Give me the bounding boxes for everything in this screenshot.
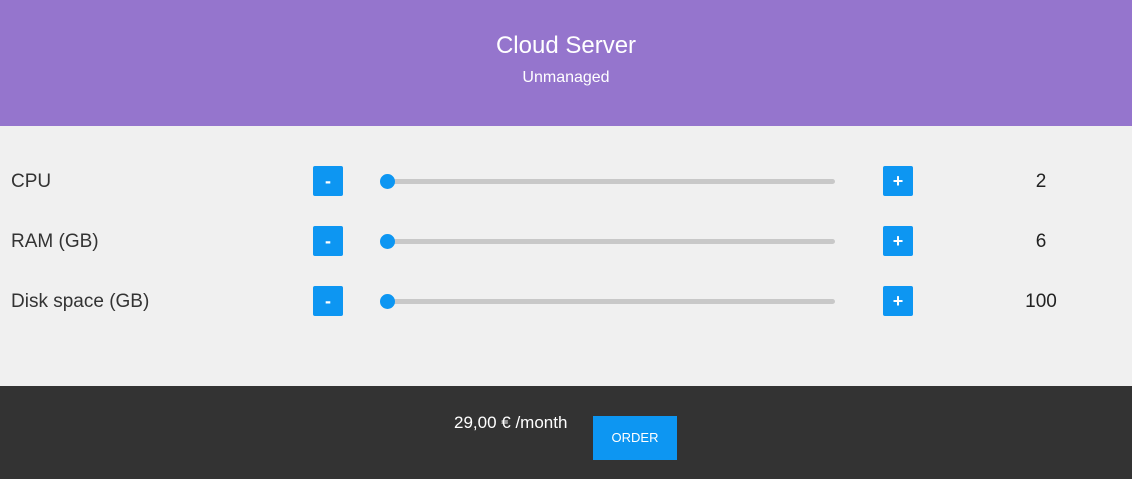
ram-slider-thumb[interactable] [380,234,395,249]
disk-slider-track[interactable] [380,294,835,309]
config-label: Disk space (GB) [11,291,150,312]
price-label: 29,00 € /month [454,413,568,432]
cpu-slider-track[interactable] [380,174,835,189]
ram-value: 6 [1035,231,1047,252]
disk-value: 100 [1025,291,1057,312]
config-label: CPU [11,171,52,192]
order-button[interactable]: ORDER [593,416,677,460]
config-label: RAM (GB) [11,231,99,252]
ram-increase-button[interactable]: + [883,226,913,256]
config-row-ram: RAM (GB) - + 6 [0,226,1132,258]
ram-slider-track[interactable] [380,234,835,249]
configurator-panel: CPU - + 2 RAM (GB) - + 6 Disk space (GB)… [0,126,1132,386]
disk-decrease-button[interactable]: - [313,286,343,316]
config-row-cpu: CPU - + 2 [0,166,1132,198]
disk-slider-thumb[interactable] [380,294,395,309]
cpu-slider-thumb[interactable] [380,174,395,189]
ram-decrease-button[interactable]: - [313,226,343,256]
cpu-value: 2 [1035,171,1047,192]
config-row-disk: Disk space (GB) - + 100 [0,286,1132,318]
cpu-increase-button[interactable]: + [883,166,913,196]
cpu-decrease-button[interactable]: - [313,166,343,196]
disk-increase-button[interactable]: + [883,286,913,316]
page-title: Cloud Server [495,32,637,59]
page-subtitle: Unmanaged [522,69,610,86]
footer-bar: 29,00 € /month ORDER [0,386,1132,479]
header: Cloud Server Unmanaged [0,0,1132,126]
